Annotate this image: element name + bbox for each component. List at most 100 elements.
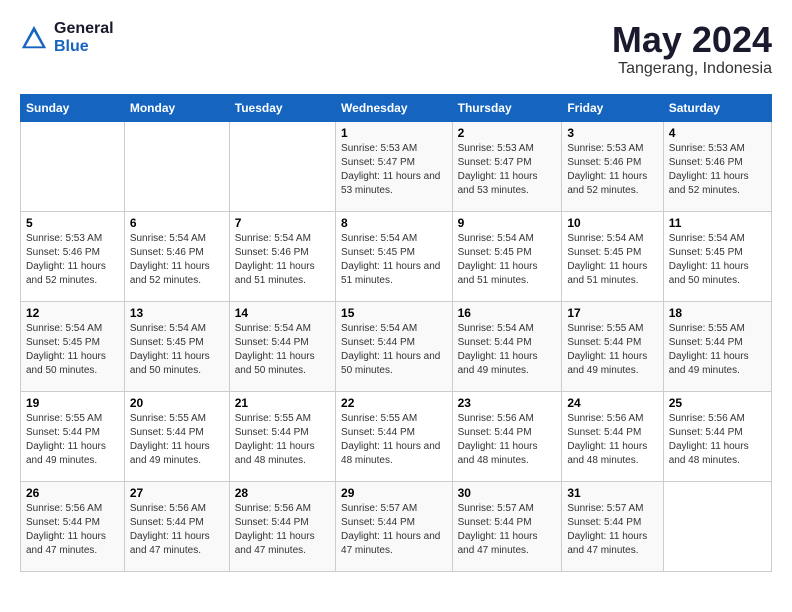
cell-content: Sunrise: 5:54 AM Sunset: 5:44 PM Dayligh… [341,322,447,378]
day-number: 24 [567,396,657,410]
cell-content: Sunrise: 5:54 AM Sunset: 5:46 PM Dayligh… [130,232,224,288]
cell-content: Sunrise: 5:54 AM Sunset: 5:45 PM Dayligh… [669,232,766,288]
logo: General Blue [20,20,114,55]
day-number: 20 [130,396,224,410]
logo-blue: Blue [54,38,114,56]
cell-content: Sunrise: 5:55 AM Sunset: 5:44 PM Dayligh… [130,412,224,468]
day-number: 21 [235,396,330,410]
day-number: 14 [235,306,330,320]
cell-content: Sunrise: 5:54 AM Sunset: 5:45 PM Dayligh… [130,322,224,378]
day-number: 3 [567,126,657,140]
calendar-cell: 6 Sunrise: 5:54 AM Sunset: 5:46 PM Daylig… [124,211,229,301]
cell-content: Sunrise: 5:54 AM Sunset: 5:44 PM Dayligh… [235,322,330,378]
day-number: 13 [130,306,224,320]
calendar-cell: 9 Sunrise: 5:54 AM Sunset: 5:45 PM Daylig… [452,211,562,301]
calendar-header: Sunday Monday Tuesday Wednesday Thursday… [21,94,772,121]
calendar-cell: 4 Sunrise: 5:53 AM Sunset: 5:46 PM Daylig… [663,121,771,211]
location-subtitle: Tangerang, Indonesia [612,60,772,78]
page-header: General Blue May 2024 Tangerang, Indones… [20,20,772,78]
calendar-body: 1 Sunrise: 5:53 AM Sunset: 5:47 PM Daylig… [21,121,772,571]
cell-content: Sunrise: 5:53 AM Sunset: 5:46 PM Dayligh… [26,232,119,288]
day-number: 16 [458,306,557,320]
header-monday: Monday [124,94,229,121]
calendar-cell: 12 Sunrise: 5:54 AM Sunset: 5:45 PM Dayli… [21,301,125,391]
cell-content: Sunrise: 5:57 AM Sunset: 5:44 PM Dayligh… [341,502,447,558]
day-number: 6 [130,216,224,230]
day-number: 29 [341,486,447,500]
cell-content: Sunrise: 5:57 AM Sunset: 5:44 PM Dayligh… [458,502,557,558]
day-number: 11 [669,216,766,230]
day-number: 15 [341,306,447,320]
day-number: 25 [669,396,766,410]
calendar-cell: 2 Sunrise: 5:53 AM Sunset: 5:47 PM Daylig… [452,121,562,211]
header-wednesday: Wednesday [336,94,453,121]
calendar-cell [124,121,229,211]
logo-general: General [54,20,114,38]
calendar-week-row: 26 Sunrise: 5:56 AM Sunset: 5:44 PM Dayli… [21,481,772,571]
day-number: 17 [567,306,657,320]
calendar-cell: 30 Sunrise: 5:57 AM Sunset: 5:44 PM Dayli… [452,481,562,571]
cell-content: Sunrise: 5:54 AM Sunset: 5:45 PM Dayligh… [458,232,557,288]
calendar-cell: 13 Sunrise: 5:54 AM Sunset: 5:45 PM Dayli… [124,301,229,391]
cell-content: Sunrise: 5:54 AM Sunset: 5:45 PM Dayligh… [567,232,657,288]
day-number: 26 [26,486,119,500]
cell-content: Sunrise: 5:53 AM Sunset: 5:46 PM Dayligh… [669,142,766,198]
calendar-cell: 16 Sunrise: 5:54 AM Sunset: 5:44 PM Dayli… [452,301,562,391]
header-tuesday: Tuesday [229,94,335,121]
day-number: 9 [458,216,557,230]
cell-content: Sunrise: 5:54 AM Sunset: 5:45 PM Dayligh… [26,322,119,378]
cell-content: Sunrise: 5:53 AM Sunset: 5:47 PM Dayligh… [458,142,557,198]
cell-content: Sunrise: 5:55 AM Sunset: 5:44 PM Dayligh… [235,412,330,468]
cell-content: Sunrise: 5:56 AM Sunset: 5:44 PM Dayligh… [458,412,557,468]
calendar-cell: 8Sunrise: 5:54 AM Sunset: 5:45 PM Daylig… [336,211,453,301]
header-friday: Friday [562,94,663,121]
cell-content: Sunrise: 5:54 AM Sunset: 5:46 PM Dayligh… [235,232,330,288]
calendar-cell: 24Sunrise: 5:56 AM Sunset: 5:44 PM Dayli… [562,391,663,481]
day-number: 18 [669,306,766,320]
calendar-cell: 15 Sunrise: 5:54 AM Sunset: 5:44 PM Dayli… [336,301,453,391]
cell-content: Sunrise: 5:55 AM Sunset: 5:44 PM Dayligh… [26,412,119,468]
cell-content: Sunrise: 5:53 AM Sunset: 5:47 PM Dayligh… [341,142,447,198]
day-number: 8 [341,216,447,230]
calendar-cell: 7Sunrise: 5:54 AM Sunset: 5:46 PM Daylig… [229,211,335,301]
calendar-cell: 10 Sunrise: 5:54 AM Sunset: 5:45 PM Dayli… [562,211,663,301]
calendar-cell [21,121,125,211]
calendar-cell: 29 Sunrise: 5:57 AM Sunset: 5:44 PM Dayli… [336,481,453,571]
calendar-cell: 11 Sunrise: 5:54 AM Sunset: 5:45 PM Dayli… [663,211,771,301]
calendar-cell: 18 Sunrise: 5:55 AM Sunset: 5:44 PM Dayli… [663,301,771,391]
cell-content: Sunrise: 5:55 AM Sunset: 5:44 PM Dayligh… [669,322,766,378]
calendar-cell: 21 Sunrise: 5:55 AM Sunset: 5:44 PM Dayli… [229,391,335,481]
day-number: 28 [235,486,330,500]
calendar-week-row: 12 Sunrise: 5:54 AM Sunset: 5:45 PM Dayli… [21,301,772,391]
calendar-cell: 23Sunrise: 5:56 AM Sunset: 5:44 PM Dayli… [452,391,562,481]
day-number: 5 [26,216,119,230]
calendar-cell: 14 Sunrise: 5:54 AM Sunset: 5:44 PM Dayli… [229,301,335,391]
title-block: May 2024 Tangerang, Indonesia [612,20,772,78]
logo-icon [20,24,48,52]
header-row: Sunday Monday Tuesday Wednesday Thursday… [21,94,772,121]
cell-content: Sunrise: 5:56 AM Sunset: 5:44 PM Dayligh… [130,502,224,558]
day-number: 1 [341,126,447,140]
calendar-week-row: 19 Sunrise: 5:55 AM Sunset: 5:44 PM Dayli… [21,391,772,481]
cell-content: Sunrise: 5:54 AM Sunset: 5:44 PM Dayligh… [458,322,557,378]
day-number: 30 [458,486,557,500]
day-number: 12 [26,306,119,320]
day-number: 19 [26,396,119,410]
day-number: 31 [567,486,657,500]
day-number: 2 [458,126,557,140]
calendar-cell: 25 Sunrise: 5:56 AM Sunset: 5:44 PM Dayli… [663,391,771,481]
cell-content: Sunrise: 5:56 AM Sunset: 5:44 PM Dayligh… [669,412,766,468]
cell-content: Sunrise: 5:55 AM Sunset: 5:44 PM Dayligh… [341,412,447,468]
calendar-cell: 22 Sunrise: 5:55 AM Sunset: 5:44 PM Dayli… [336,391,453,481]
day-number: 10 [567,216,657,230]
month-year-title: May 2024 [612,20,772,60]
cell-content: Sunrise: 5:56 AM Sunset: 5:44 PM Dayligh… [26,502,119,558]
cell-content: Sunrise: 5:53 AM Sunset: 5:46 PM Dayligh… [567,142,657,198]
logo-text: General Blue [54,20,114,55]
day-number: 4 [669,126,766,140]
calendar-table: Sunday Monday Tuesday Wednesday Thursday… [20,94,772,572]
calendar-cell: 26 Sunrise: 5:56 AM Sunset: 5:44 PM Dayli… [21,481,125,571]
calendar-cell: 17Sunrise: 5:55 AM Sunset: 5:44 PM Dayli… [562,301,663,391]
calendar-cell: 5 Sunrise: 5:53 AM Sunset: 5:46 PM Daylig… [21,211,125,301]
day-number: 22 [341,396,447,410]
